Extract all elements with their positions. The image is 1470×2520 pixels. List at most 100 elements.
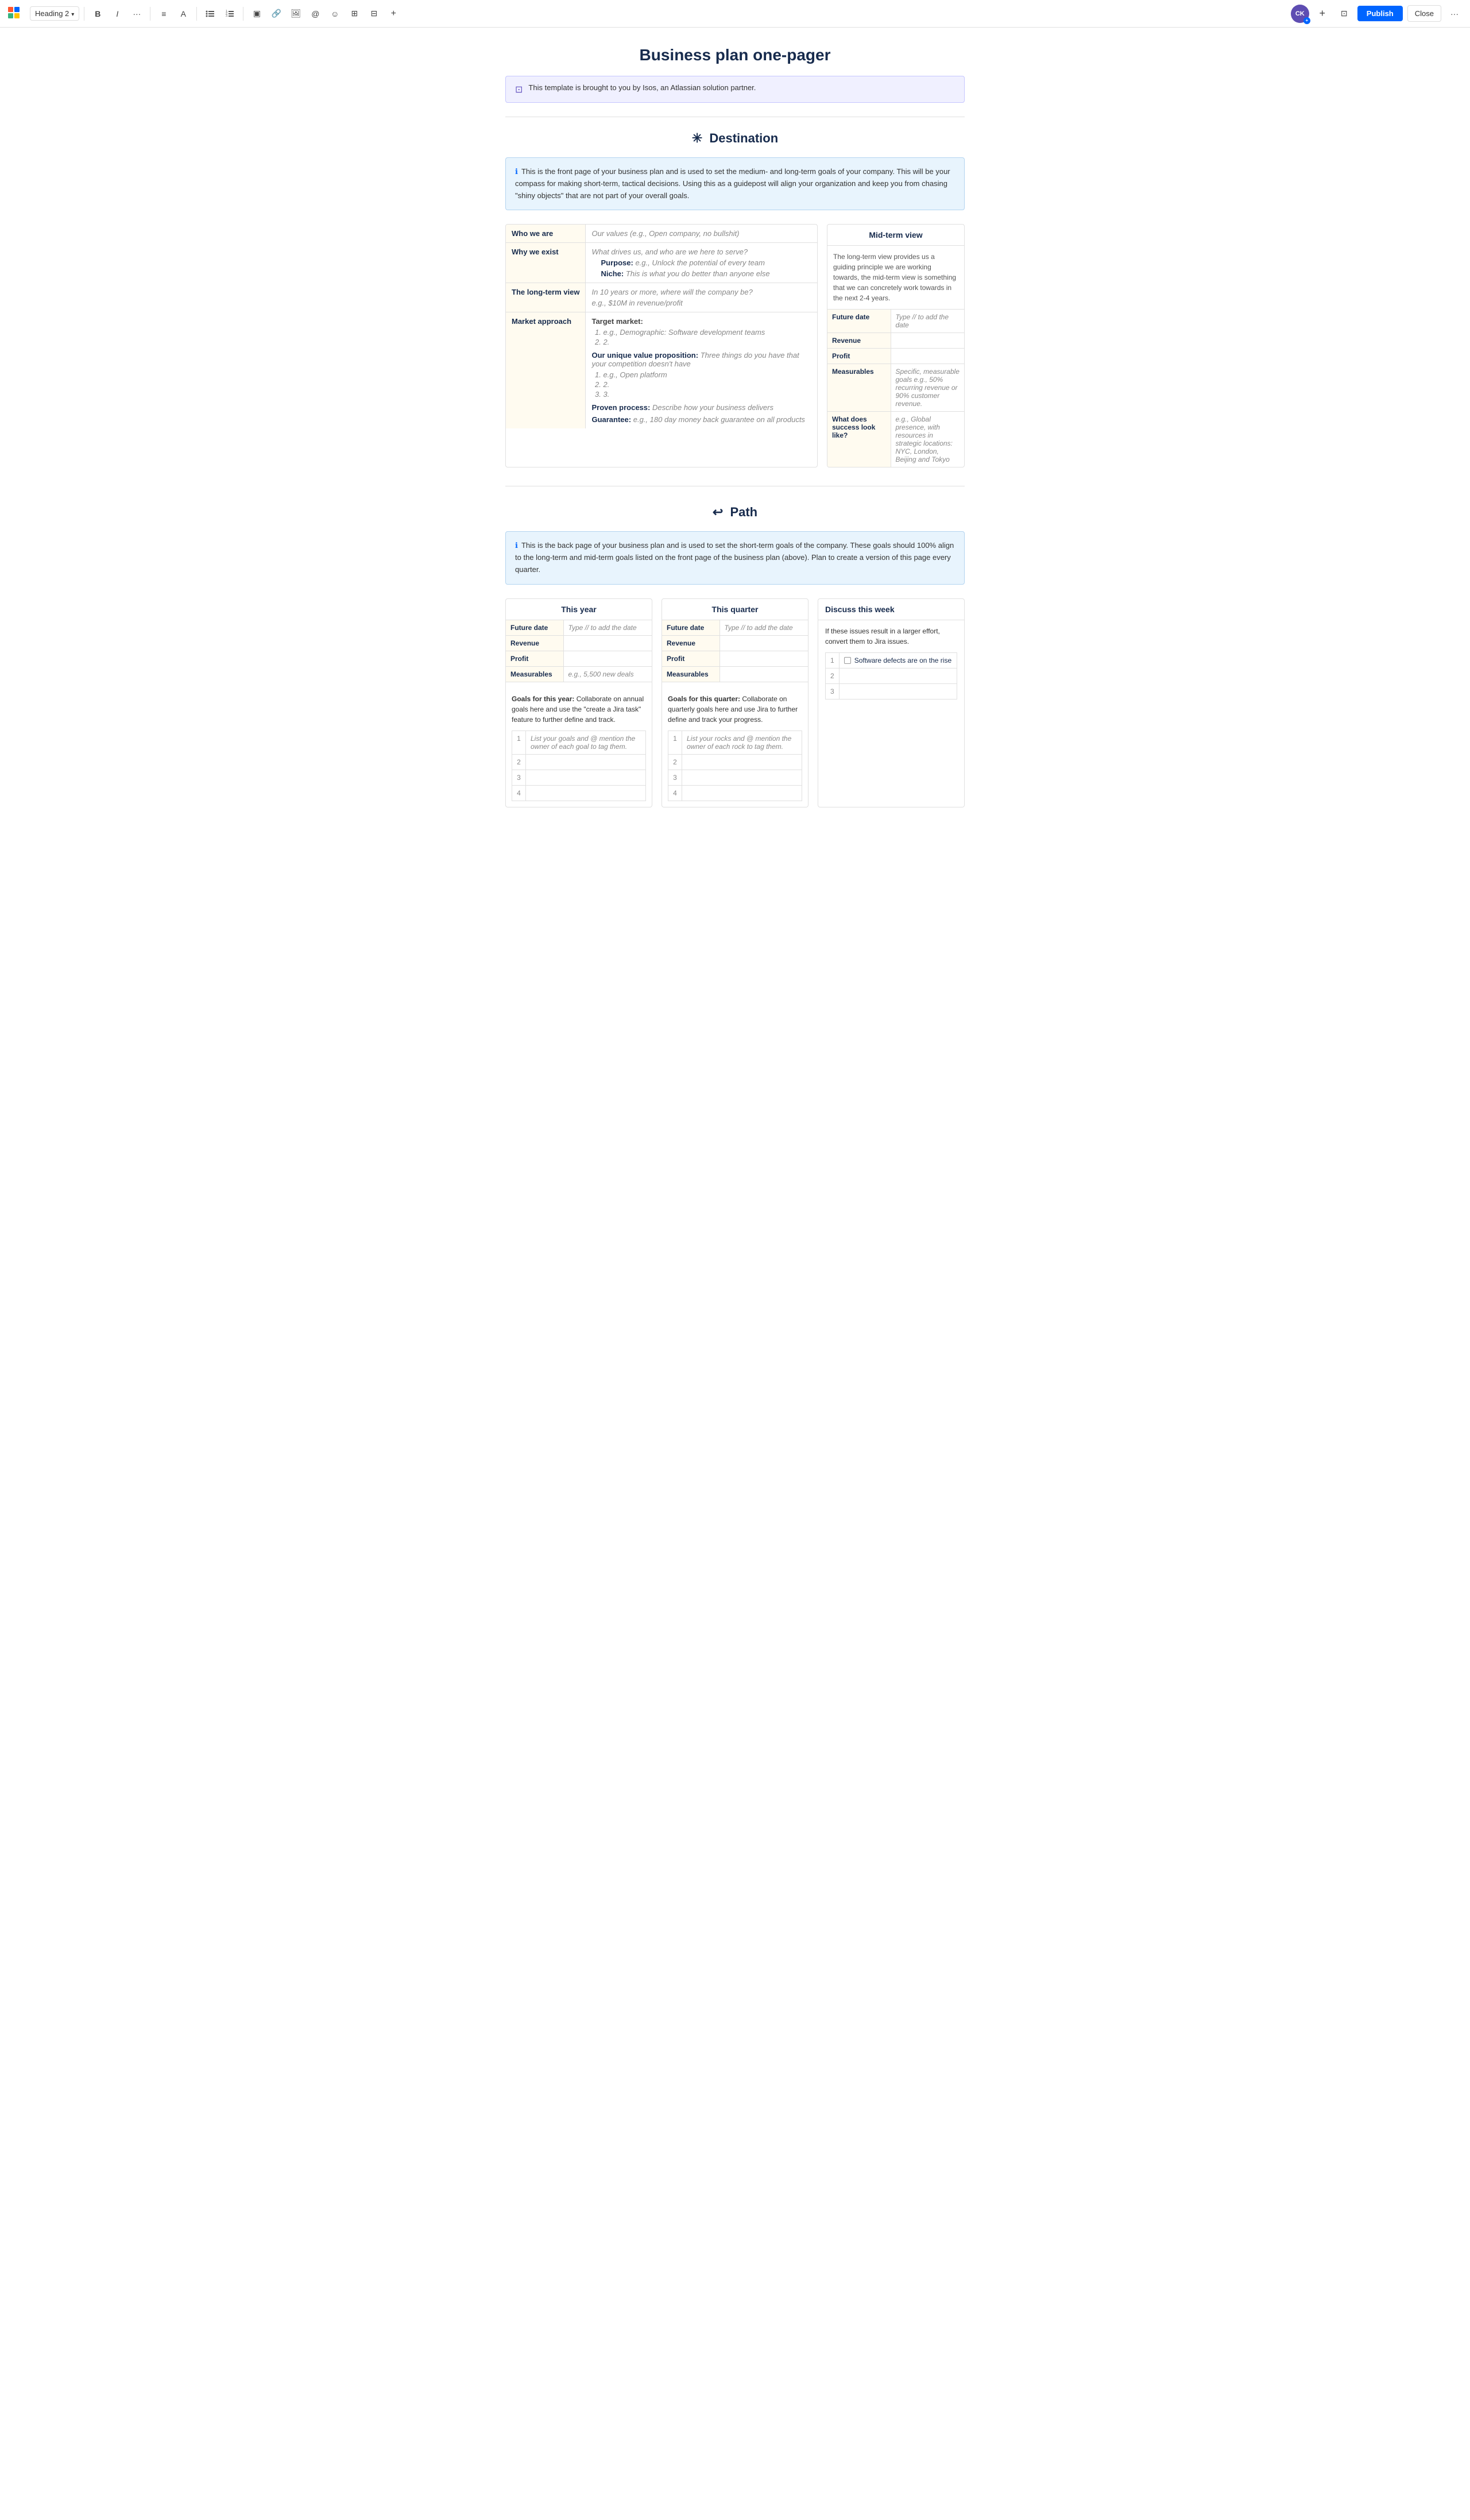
table-button[interactable]: ⊞ (346, 5, 363, 22)
table-row: Profit (506, 651, 652, 666)
table-row: Profit (827, 349, 964, 364)
quarter-future-date-value[interactable]: Type // to add the date (719, 620, 808, 636)
who-we-are-label: Who we are (506, 225, 586, 243)
discuss-item-2[interactable] (839, 668, 957, 684)
info-circle-icon: ℹ (515, 167, 518, 176)
emoji-button[interactable]: ☺ (326, 5, 343, 22)
midterm-title: Mid-term view (827, 225, 964, 246)
checkbox-icon[interactable] (844, 657, 851, 664)
discuss-item-1[interactable]: Software defects are on the rise (840, 653, 957, 668)
page-content: Business plan one-pager ⊡ This template … (494, 28, 976, 842)
table-row: The long-term view In 10 years or more, … (506, 283, 817, 312)
year-future-date-value[interactable]: Type // to add the date (563, 620, 652, 636)
midterm-measurables-value[interactable]: Specific, measurable goals e.g., 50% rec… (891, 364, 964, 412)
year-measurables-label: Measurables (506, 666, 563, 682)
table-row: Measurables Specific, measurable goals e… (827, 364, 964, 412)
midterm-profit-value[interactable] (891, 349, 964, 364)
this-year-column: This year Future date Type // to add the… (505, 598, 652, 807)
midterm-table: Future date Type // to add the date Reve… (827, 309, 964, 467)
year-measurables-value[interactable]: e.g., 5,500 new deals (563, 666, 652, 682)
midterm-desc: The long-term view provides us a guiding… (827, 246, 964, 309)
discuss-num-1: 1 (826, 652, 840, 668)
more-format-button[interactable]: ··· (128, 5, 145, 22)
avatar[interactable]: CK + (1291, 5, 1309, 23)
heading-selector[interactable]: Heading 2 (30, 6, 79, 21)
bullet-list-button[interactable] (202, 5, 219, 22)
rock-text-2[interactable] (682, 754, 802, 770)
list-item: 3 (668, 770, 802, 785)
numbered-list-button[interactable]: 1.2.3. (221, 5, 238, 22)
discuss-this-week-column: Discuss this week If these issues result… (818, 598, 965, 807)
more-options-button[interactable]: ··· (1446, 5, 1463, 22)
destination-table: Who we are Our values (e.g., Open compan… (506, 225, 817, 428)
color-button[interactable]: A (175, 5, 192, 22)
mention-button[interactable]: @ (307, 5, 324, 22)
quarter-measurables-value[interactable] (719, 666, 808, 682)
long-term-view-value: In 10 years or more, where will the comp… (586, 283, 817, 312)
image-button[interactable]: 🖼 (287, 5, 304, 22)
close-button[interactable]: Close (1407, 5, 1441, 22)
rock-num-3: 3 (668, 770, 682, 785)
goal-text-1[interactable]: List your goals and @ mention the owner … (526, 731, 646, 754)
italic-button[interactable]: I (109, 5, 126, 22)
logo-icon[interactable] (7, 6, 23, 22)
year-profit-value[interactable] (563, 651, 652, 666)
discuss-table: 1 Software defects are on the rise 2 (825, 652, 957, 700)
midterm-future-date-value[interactable]: Type // to add the date (891, 310, 964, 333)
goal-text-3[interactable] (526, 770, 646, 785)
list-item: 3 (512, 770, 646, 785)
year-revenue-value[interactable] (563, 635, 652, 651)
toolbar-divider-3 (196, 7, 197, 21)
discuss-title: Discuss this week (818, 599, 964, 620)
box-button[interactable]: ▣ (248, 5, 265, 22)
long-term-view-label: The long-term view (506, 283, 586, 312)
publish-button[interactable]: Publish (1357, 6, 1403, 21)
this-year-goals-area: Goals for this year: Collaborate on annu… (506, 682, 652, 807)
layout-button[interactable]: ⊟ (365, 5, 382, 22)
link-button[interactable]: 🔗 (268, 5, 285, 22)
plus-insert-button[interactable]: + (385, 5, 402, 22)
template-notice-banner: ⊡ This template is brought to you by Iso… (505, 76, 965, 103)
market-approach-value: Target market: e.g., Demographic: Softwa… (586, 312, 817, 429)
this-quarter-goals-table: 1 List your rocks and @ mention the owne… (668, 731, 802, 801)
discuss-body: If these issues result in a larger effor… (818, 620, 964, 706)
rock-text-3[interactable] (682, 770, 802, 785)
goal-num-1: 1 (512, 731, 526, 754)
svg-text:3.: 3. (226, 14, 228, 18)
quarter-revenue-value[interactable] (719, 635, 808, 651)
midterm-measurables-label: Measurables (827, 364, 891, 412)
list-item: 4 (512, 785, 646, 801)
goal-text-2[interactable] (526, 754, 646, 770)
template-button[interactable]: ⊡ (1336, 5, 1353, 22)
quarter-future-date-label: Future date (662, 620, 719, 636)
align-button[interactable]: ≡ (155, 5, 172, 22)
destination-layout: Who we are Our values (e.g., Open compan… (505, 224, 965, 467)
midterm-profit-label: Profit (827, 349, 891, 364)
template-notice-text: This template is brought to you by Isos,… (528, 83, 756, 92)
table-row: Profit (662, 651, 808, 666)
this-year-title: This year (506, 599, 652, 620)
rock-text-4[interactable] (682, 785, 802, 801)
list-item: 4 (668, 785, 802, 801)
discuss-desc: If these issues result in a larger effor… (825, 626, 957, 647)
midterm-success-value[interactable]: e.g., Global presence, with resources in… (891, 412, 964, 467)
goal-text-4[interactable] (526, 785, 646, 801)
add-collaborator-button[interactable]: + (1314, 5, 1331, 22)
table-row: Revenue (827, 333, 964, 349)
this-year-table: Future date Type // to add the date Reve… (506, 620, 652, 682)
path-section: ↩ Path ℹThis is the back page of your bu… (505, 505, 965, 807)
bold-button[interactable]: B (89, 5, 106, 22)
discuss-item-3[interactable] (839, 684, 957, 699)
list-item: 2 (826, 668, 957, 684)
list-item: 1 List your rocks and @ mention the owne… (668, 731, 802, 754)
discuss-num-3: 3 (826, 684, 840, 699)
this-quarter-column: This quarter Future date Type // to add … (662, 598, 808, 807)
quarter-profit-value[interactable] (719, 651, 808, 666)
rock-text-1[interactable]: List your rocks and @ mention the owner … (682, 731, 802, 754)
who-we-are-value: Our values (e.g., Open company, no bulls… (586, 225, 817, 243)
why-we-exist-label: Why we exist (506, 243, 586, 283)
midterm-revenue-value[interactable] (891, 333, 964, 349)
path-info-icon: ℹ (515, 541, 518, 550)
midterm-future-date-label: Future date (827, 310, 891, 333)
year-profit-label: Profit (506, 651, 563, 666)
